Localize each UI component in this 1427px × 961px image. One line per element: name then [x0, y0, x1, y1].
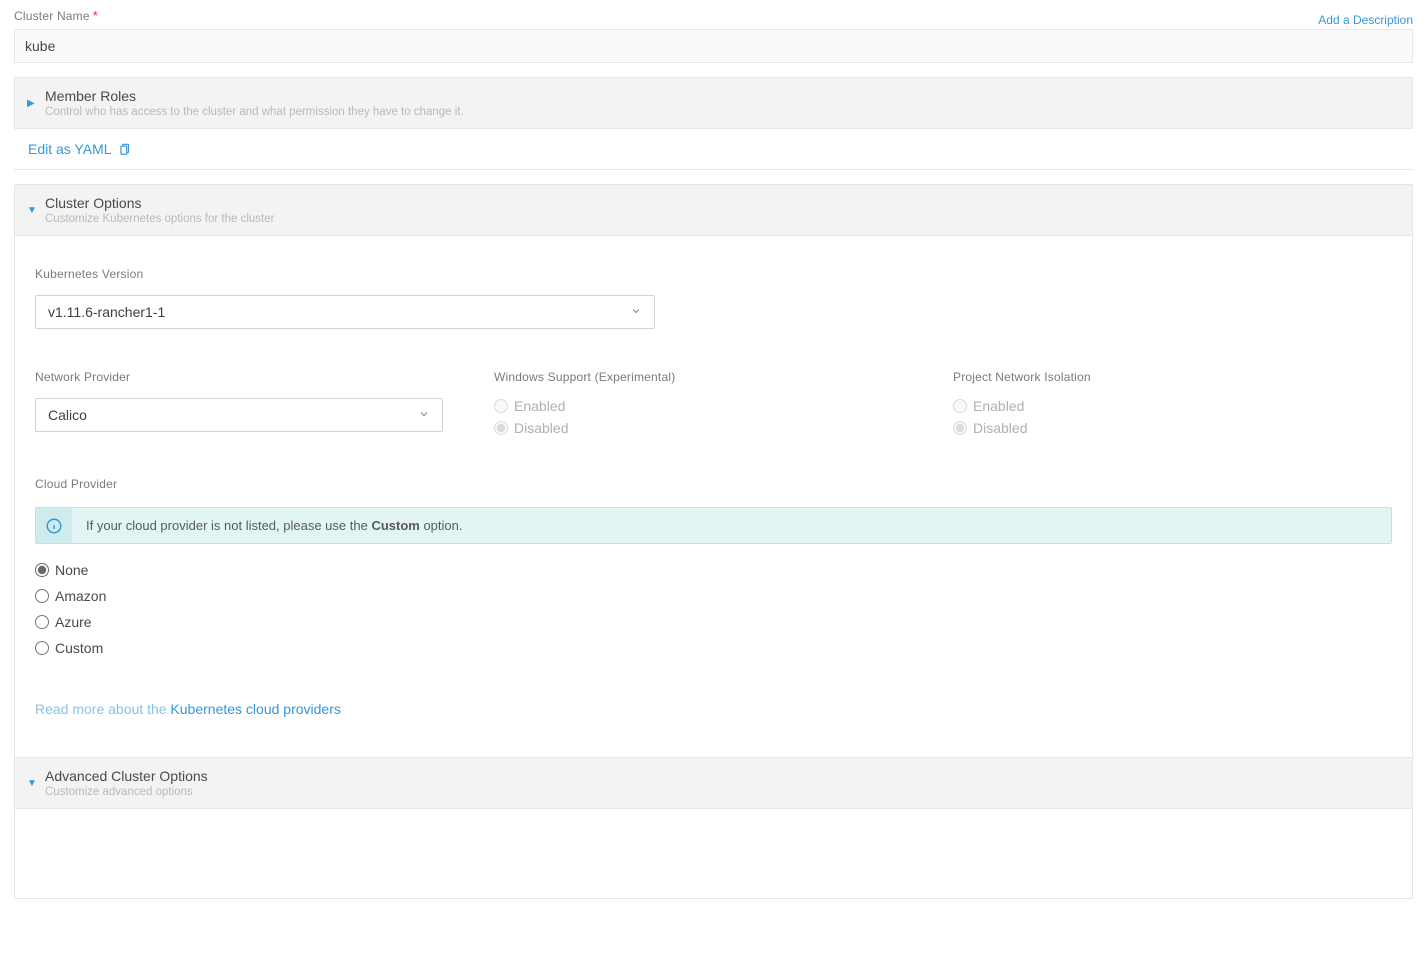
cloud-provider-none-radio[interactable]: None	[35, 562, 1392, 578]
member-roles-subtitle: Control who has access to the cluster an…	[45, 106, 1400, 118]
chevron-down-icon	[630, 304, 642, 320]
windows-support-label: Windows Support (Experimental)	[494, 370, 675, 384]
windows-support-enabled-text: Enabled	[514, 398, 565, 414]
chevron-down-icon	[418, 407, 430, 423]
chevron-down-icon: ▼	[27, 205, 45, 216]
cluster-options-title: Cluster Options	[45, 195, 1400, 211]
member-roles-section-header[interactable]: ▶ Member Roles Control who has access to…	[14, 77, 1413, 129]
k8s-version-value: v1.11.6-rancher1-1	[48, 304, 165, 320]
cloud-provider-amazon-text: Amazon	[55, 588, 106, 604]
cloud-info-bold: Custom	[371, 518, 419, 533]
cloud-provider-azure-radio[interactable]: Azure	[35, 614, 1392, 630]
info-icon	[36, 508, 72, 543]
cloud-info-suffix: option.	[420, 518, 463, 533]
member-roles-title: Member Roles	[45, 88, 1400, 104]
k8s-version-label: Kubernetes Version	[35, 267, 143, 281]
project-isolation-disabled-radio: Disabled	[953, 420, 1392, 436]
clipboard-icon	[118, 142, 132, 156]
cluster-options-body: Kubernetes Version v1.11.6-rancher1-1 Ne…	[14, 236, 1413, 758]
cloud-provider-custom-text: Custom	[55, 640, 103, 656]
project-isolation-disabled-text: Disabled	[973, 420, 1027, 436]
cluster-name-label: Cluster Name	[14, 9, 90, 23]
project-isolation-label: Project Network Isolation	[953, 370, 1091, 384]
read-more-prefix: Read more about the	[35, 701, 170, 717]
cloud-provider-label: Cloud Provider	[35, 477, 117, 491]
edit-as-yaml-link[interactable]: Edit as YAML	[28, 141, 132, 157]
cluster-options-section-header[interactable]: ▼ Cluster Options Customize Kubernetes o…	[14, 184, 1413, 236]
windows-support-enabled-radio: Enabled	[494, 398, 933, 414]
network-provider-select[interactable]: Calico	[35, 398, 443, 432]
project-isolation-enabled-text: Enabled	[973, 398, 1024, 414]
cloud-provider-info: If your cloud provider is not listed, pl…	[35, 507, 1392, 544]
k8s-version-select[interactable]: v1.11.6-rancher1-1	[35, 295, 655, 329]
cluster-name-input[interactable]	[14, 29, 1413, 63]
cloud-provider-azure-text: Azure	[55, 614, 92, 630]
cloud-provider-amazon-radio[interactable]: Amazon	[35, 588, 1392, 604]
advanced-options-section-header[interactable]: ▼ Advanced Cluster Options Customize adv…	[14, 758, 1413, 809]
advanced-options-body	[14, 809, 1413, 899]
cloud-provider-custom-radio[interactable]: Custom	[35, 640, 1392, 656]
network-provider-value: Calico	[48, 407, 87, 423]
chevron-down-icon: ▼	[27, 778, 45, 789]
cluster-options-subtitle: Customize Kubernetes options for the clu…	[45, 213, 1400, 225]
windows-support-disabled-text: Disabled	[514, 420, 568, 436]
network-provider-label: Network Provider	[35, 370, 130, 384]
windows-support-disabled-radio: Disabled	[494, 420, 933, 436]
cloud-provider-none-text: None	[55, 562, 88, 578]
cloud-info-prefix: If your cloud provider is not listed, pl…	[86, 518, 371, 533]
project-isolation-enabled-radio: Enabled	[953, 398, 1392, 414]
edit-as-yaml-label: Edit as YAML	[28, 141, 112, 157]
advanced-options-subtitle: Customize advanced options	[45, 786, 1400, 798]
advanced-options-title: Advanced Cluster Options	[45, 768, 1400, 784]
k8s-cloud-providers-link[interactable]: Kubernetes cloud providers	[170, 701, 340, 717]
chevron-right-icon: ▶	[27, 98, 45, 109]
required-asterisk: *	[93, 8, 98, 23]
add-description-link[interactable]: Add a Description	[1318, 13, 1413, 27]
